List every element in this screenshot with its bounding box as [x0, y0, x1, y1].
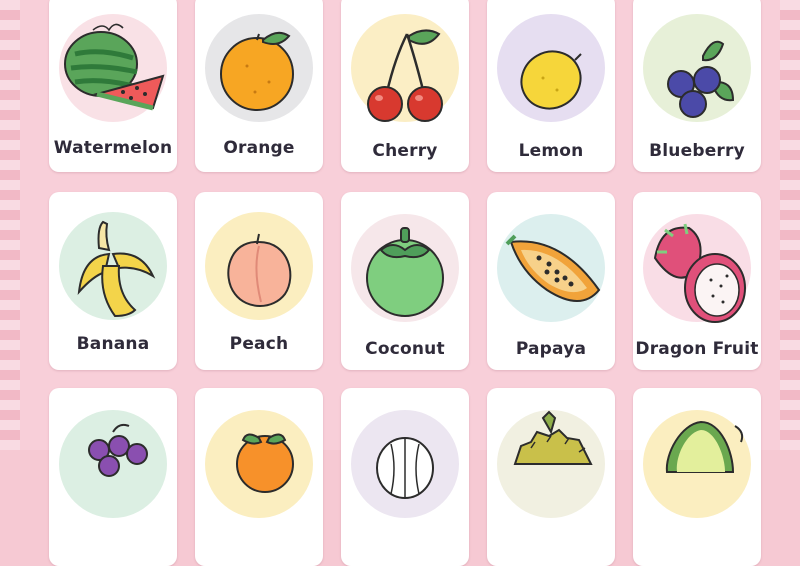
- card-tangerine[interactable]: [195, 388, 323, 566]
- durian-icon: [497, 410, 605, 518]
- card-papaya[interactable]: Papaya: [487, 192, 615, 370]
- card-coconut[interactable]: Coconut: [341, 192, 469, 370]
- label-banana: Banana: [76, 334, 150, 354]
- card-cherry[interactable]: Cherry: [341, 0, 469, 172]
- coconut-icon: [351, 214, 459, 322]
- label-papaya: Papaya: [515, 339, 587, 359]
- papaya-icon: [497, 214, 605, 322]
- tangerine-icon: [205, 410, 313, 518]
- blueberry-icon: [643, 14, 751, 122]
- label-dragon-fruit: Dragon Fruit: [635, 339, 759, 359]
- banana-icon: [59, 212, 167, 320]
- card-avocado[interactable]: [633, 388, 761, 566]
- card-orange[interactable]: Orange: [195, 0, 323, 172]
- label-blueberry: Blueberry: [649, 141, 745, 161]
- fruit-flashcard-sheet: Watermelon Orange Cherry Lemon Blueberry…: [20, 0, 780, 566]
- card-banana[interactable]: Banana: [49, 192, 177, 370]
- card-mangosteen[interactable]: [341, 388, 469, 566]
- label-cherry: Cherry: [372, 141, 438, 161]
- card-peach[interactable]: Peach: [195, 192, 323, 370]
- peach-icon: [205, 212, 313, 320]
- label-watermelon: Watermelon: [53, 138, 173, 158]
- card-lemon[interactable]: Lemon: [487, 0, 615, 172]
- card-durian[interactable]: [487, 388, 615, 566]
- cherry-icon: [351, 14, 459, 122]
- watermelon-icon: [59, 14, 167, 122]
- label-orange: Orange: [223, 138, 295, 158]
- grapes-icon: [59, 410, 167, 518]
- dragon-fruit-icon: [643, 214, 751, 323]
- mangosteen-icon: [351, 410, 459, 518]
- card-watermelon[interactable]: Watermelon: [49, 0, 177, 172]
- orange-icon: [205, 14, 313, 122]
- avocado-icon: [643, 410, 751, 518]
- lemon-icon: [497, 14, 605, 122]
- label-lemon: Lemon: [518, 141, 584, 161]
- card-dragon-fruit[interactable]: Dragon Fruit: [633, 192, 761, 370]
- label-peach: Peach: [229, 334, 289, 354]
- card-grapes[interactable]: [49, 388, 177, 566]
- card-blueberry[interactable]: Blueberry: [633, 0, 761, 172]
- label-coconut: Coconut: [365, 339, 445, 359]
